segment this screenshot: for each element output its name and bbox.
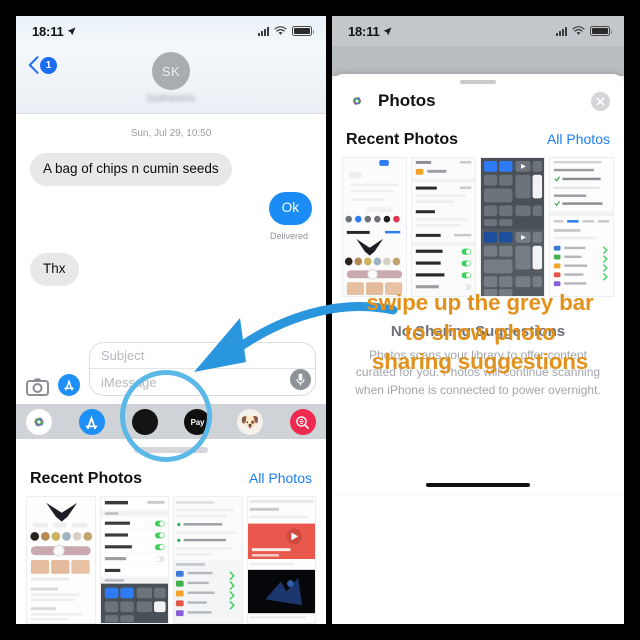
recent-photos-title: Recent Photos [30, 470, 143, 487]
avatar: SK [152, 52, 190, 90]
recent-photos-title: Recent Photos [346, 131, 459, 148]
photos-app-icon[interactable] [26, 409, 52, 435]
battery-full-icon [590, 26, 612, 36]
close-button[interactable] [591, 91, 610, 111]
camera-icon [26, 378, 49, 396]
photos-sheet: Photos Recent Photos All Photos No Shari… [332, 74, 624, 494]
photo-thumbnail[interactable] [480, 157, 545, 297]
apple-pay-label: Pay [190, 417, 205, 427]
status-time: 18:11 [32, 23, 64, 39]
empty-state-body: Photos scans your library to offer conte… [355, 348, 601, 397]
close-icon [596, 97, 605, 105]
app-store-button[interactable] [58, 374, 80, 396]
photo-thumbnail[interactable] [246, 496, 316, 624]
photo-thumbnail[interactable] [26, 496, 96, 624]
message-composer: Subject iMessage [16, 336, 326, 404]
photos-app-icon [346, 90, 368, 112]
message-bubble-incoming[interactable]: Thx [30, 252, 79, 286]
recent-photos-header: Recent Photos All Photos [332, 126, 624, 157]
conversation-thread[interactable]: Sun, Jul 29, 10:50 A bag of chips n cumi… [16, 114, 326, 336]
memoji-icon[interactable]: 🐶 [237, 409, 264, 435]
imessage-input[interactable]: iMessage [90, 369, 315, 395]
status-bar: 18:11 [16, 16, 326, 46]
empty-state-title: No Sharing Suggestions [390, 323, 566, 340]
photo-thumbnail[interactable] [342, 157, 407, 297]
app-store-icon [64, 379, 74, 391]
recent-photos-header: Recent Photos All Photos [16, 465, 326, 496]
photo-thumbnail[interactable] [549, 157, 614, 297]
sharing-suggestions-empty-state: No Sharing Suggestions Photos scans your… [332, 297, 624, 399]
home-indicator[interactable] [426, 483, 530, 488]
grey-bar-drag-handle[interactable] [134, 447, 208, 453]
subject-input[interactable]: Subject [90, 343, 315, 369]
imessage-app-drawer[interactable]: Pay 🐶 [16, 404, 326, 439]
day-timestamp: Sun, Jul 29, 10:50 [130, 128, 212, 139]
photo-thumbnail-strip[interactable] [16, 496, 326, 624]
recent-photos-panel-left: Recent Photos All Photos [16, 461, 326, 624]
battery-full-icon [292, 26, 314, 36]
wifi-icon [274, 26, 287, 35]
music-magnifier-icon [296, 415, 310, 429]
microphone-icon [296, 373, 305, 386]
message-row: Thx [16, 252, 326, 286]
status-bar: 18:11 [332, 16, 624, 46]
camera-button[interactable] [26, 377, 49, 396]
location-arrow-icon [383, 27, 392, 35]
screenshot-root: 18:11 1 SK Sudhanshu Sun, Jul 29, 10:50 … [0, 0, 640, 640]
message-bubble-incoming[interactable]: A bag of chips n cumin seeds [30, 153, 232, 186]
music-search-icon[interactable] [289, 409, 316, 435]
status-bar-right [258, 26, 314, 36]
right-phone-screen: 18:11 Photos Recent Photos All Photos No… [332, 16, 624, 624]
store-app-icon[interactable] [131, 409, 158, 435]
message-row: Ok [16, 191, 326, 225]
text-input-group[interactable]: Subject iMessage [89, 342, 316, 396]
message-row: A bag of chips n cumin seeds [16, 153, 326, 186]
cellular-signal-icon [258, 26, 269, 36]
photos-sheet-drag-zone[interactable] [16, 439, 326, 461]
photo-thumbnail[interactable] [411, 157, 476, 297]
messages-header: 1 SK Sudhanshu [16, 46, 326, 114]
delivery-status: Delivered [269, 230, 308, 241]
photo-thumbnail[interactable] [99, 496, 169, 624]
cellular-signal-icon [556, 26, 567, 36]
location-arrow-icon [67, 27, 76, 35]
left-phone-screen: 18:11 1 SK Sudhanshu Sun, Jul 29, 10:50 … [16, 16, 326, 624]
photos-sheet-title: Photos [378, 91, 436, 110]
message-bubble-outgoing[interactable]: Ok [268, 191, 312, 225]
dimmed-backdrop[interactable] [332, 46, 624, 76]
photos-flower-icon [352, 96, 362, 106]
app-store-icon [86, 414, 98, 429]
all-photos-link[interactable]: All Photos [547, 131, 610, 147]
all-photos-link[interactable]: All Photos [249, 470, 312, 486]
contact-name: Sudhanshu [146, 93, 196, 103]
status-time: 18:11 [348, 23, 380, 39]
status-bar-right [556, 26, 612, 36]
wifi-icon [572, 26, 585, 35]
sheet-grabber[interactable] [460, 80, 496, 84]
photo-thumbnail-strip[interactable] [332, 157, 624, 297]
contact-header[interactable]: SK Sudhanshu [16, 52, 326, 103]
status-bar-left: 18:11 [348, 24, 392, 39]
status-bar-left: 18:11 [32, 24, 76, 39]
photo-thumbnail[interactable] [173, 496, 243, 624]
recent-photos-panel-right: Recent Photos All Photos [332, 122, 624, 297]
home-indicator-wrap [332, 399, 624, 493]
app-store-drawer-icon[interactable] [78, 409, 105, 435]
photos-flower-icon [34, 417, 44, 427]
apple-pay-icon[interactable]: Pay [184, 409, 211, 435]
microphone-button[interactable] [290, 369, 311, 390]
